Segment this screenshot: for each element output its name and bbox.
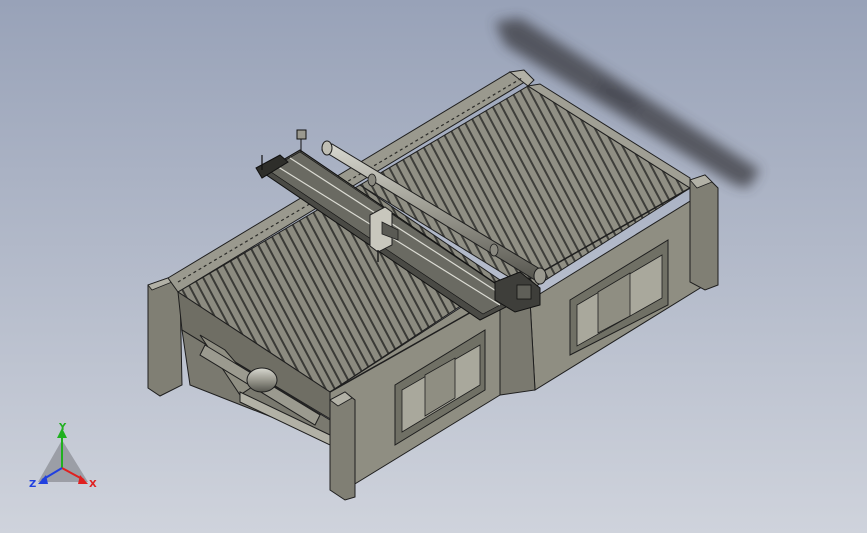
x-axis-label: X — [89, 479, 97, 490]
right-end-cap — [689, 174, 719, 291]
model-view[interactable]: Y X Z — [0, 0, 867, 533]
front-corner-post — [329, 391, 356, 501]
graphics-viewport[interactable]: Y X Z — [0, 0, 867, 533]
z-axis-label: Z — [29, 479, 36, 490]
exhaust-fan — [246, 367, 278, 393]
y-axis-label: Y — [58, 422, 67, 433]
left-end-cap — [147, 277, 183, 397]
